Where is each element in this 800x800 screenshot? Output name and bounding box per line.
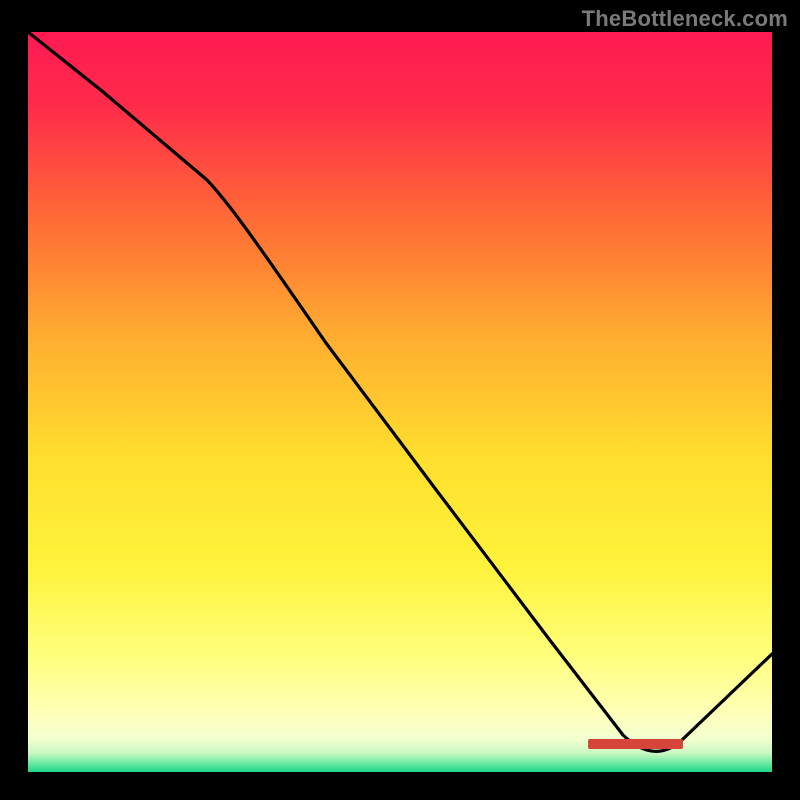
plot-area	[28, 32, 772, 772]
data-curve	[28, 32, 772, 772]
annotation-block	[588, 739, 683, 749]
watermark-text: TheBottleneck.com	[582, 6, 788, 32]
chart-frame: TheBottleneck.com	[0, 0, 800, 800]
